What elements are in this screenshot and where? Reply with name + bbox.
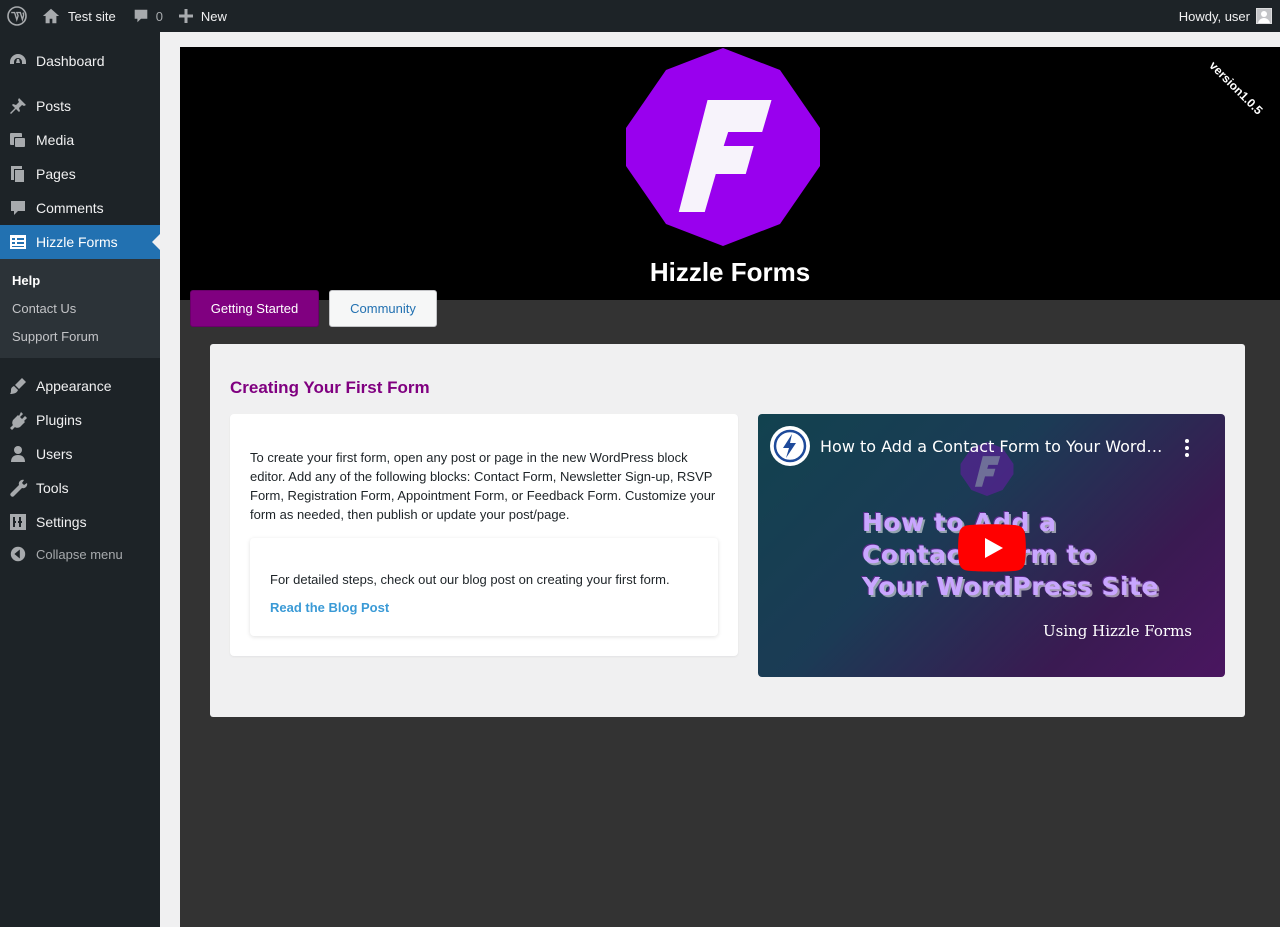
wordpress-logo-menu[interactable]: [0, 0, 34, 32]
intro-text: To create your first form, open any post…: [250, 450, 716, 522]
plus-icon: [178, 9, 193, 23]
pin-icon: [0, 89, 36, 123]
menu-dashboard[interactable]: Dashboard: [0, 44, 160, 78]
lightning-icon: [773, 429, 807, 463]
menu-appearance[interactable]: Appearance: [0, 369, 160, 403]
new-label: New: [200, 8, 227, 24]
main-content: Hizzle Forms version1.0.5 Getting Starte…: [180, 47, 1280, 927]
menu-label: Dashboard: [36, 53, 105, 69]
collapse-label: Collapse menu: [36, 546, 123, 562]
dashboard-icon: [0, 44, 36, 78]
menu-users[interactable]: Users: [0, 437, 160, 471]
collapse-icon: [0, 537, 36, 571]
video-embed[interactable]: How to Add a Contact Form to Your WordPr…: [758, 414, 1225, 677]
collapse-menu-button[interactable]: Collapse menu: [0, 537, 160, 571]
menu-label: Media: [36, 132, 75, 148]
home-icon: [42, 8, 60, 24]
submenu-support-forum[interactable]: Support Forum: [12, 329, 99, 344]
instructions-card: To create your first form, open any post…: [230, 414, 738, 656]
menu-media[interactable]: Media: [0, 123, 160, 157]
plugin-header: Hizzle Forms version1.0.5: [180, 47, 1280, 300]
section-title: Creating Your First Form: [230, 378, 430, 397]
menu-label: Posts: [36, 98, 72, 114]
menu-label: Appearance: [36, 378, 112, 394]
menu-settings[interactable]: Settings: [0, 505, 160, 539]
comments-count: 0: [155, 8, 163, 24]
admin-bar: Test site 0 New Howdy, user: [0, 0, 1280, 32]
settings-icon: [0, 505, 36, 539]
play-icon[interactable]: [958, 524, 1026, 572]
menu-label: Comments: [36, 200, 104, 216]
blog-post-text: For detailed steps, check out our blog p…: [270, 572, 670, 587]
pages-icon: [0, 157, 36, 191]
thumbnail-line: Your WordPress Site: [862, 572, 1159, 601]
hizzle-forms-submenu: Help Contact Us Support Forum: [0, 259, 160, 358]
menu-hizzle-forms[interactable]: Hizzle Forms: [0, 225, 160, 259]
channel-avatar[interactable]: [770, 426, 810, 466]
video-title[interactable]: How to Add a Contact Form to Your WordPr…: [820, 437, 1165, 456]
site-name-link[interactable]: Test site: [34, 0, 124, 32]
read-blog-post-link[interactable]: Read the Blog Post: [270, 600, 389, 615]
hizzle-forms-logo: [626, 48, 820, 246]
new-content-menu[interactable]: New: [171, 0, 235, 32]
menu-comments[interactable]: Comments: [0, 191, 160, 225]
tab-community[interactable]: Community: [329, 290, 437, 327]
site-name: Test site: [68, 8, 116, 24]
user-icon: [0, 437, 36, 471]
menu-label: Pages: [36, 166, 76, 182]
avatar: [1256, 8, 1272, 24]
menu-label: Tools: [36, 480, 69, 496]
media-icon: [0, 123, 36, 157]
menu-pages[interactable]: Pages: [0, 157, 160, 191]
plugin-icon: [0, 403, 36, 437]
brush-icon: [0, 369, 36, 403]
menu-plugins[interactable]: Plugins: [0, 403, 160, 437]
account-menu[interactable]: Howdy, user: [1171, 0, 1280, 32]
menu-label: Settings: [36, 514, 87, 530]
more-options-icon[interactable]: [1177, 438, 1197, 458]
plugin-title: Hizzle Forms: [649, 257, 811, 287]
menu-tools[interactable]: Tools: [0, 471, 160, 505]
wrench-icon: [0, 471, 36, 505]
menu-label: Plugins: [36, 412, 82, 428]
menu-label: Users: [36, 446, 73, 462]
submenu-contact-us[interactable]: Contact Us: [12, 301, 76, 316]
blog-post-card: For detailed steps, check out our blog p…: [250, 538, 718, 636]
comment-icon: [134, 9, 147, 23]
menu-posts[interactable]: Posts: [0, 89, 160, 123]
forms-icon: [0, 225, 36, 259]
getting-started-panel: Creating Your First Form To create your …: [210, 344, 1245, 717]
menu-label: Hizzle Forms: [36, 234, 118, 250]
comment-icon: [0, 191, 36, 225]
wordpress-icon: [7, 6, 27, 26]
thumbnail-subtitle: Using Hizzle Forms: [1042, 622, 1192, 640]
comments-link[interactable]: 0: [124, 0, 171, 32]
submenu-help[interactable]: Help: [12, 273, 40, 288]
admin-sidebar: Dashboard Posts Media Pages Comments Hiz…: [0, 32, 160, 927]
greeting: Howdy, user: [1178, 8, 1250, 24]
tab-getting-started[interactable]: Getting Started: [190, 290, 319, 327]
version-badge: version1.0.5: [1206, 58, 1266, 118]
